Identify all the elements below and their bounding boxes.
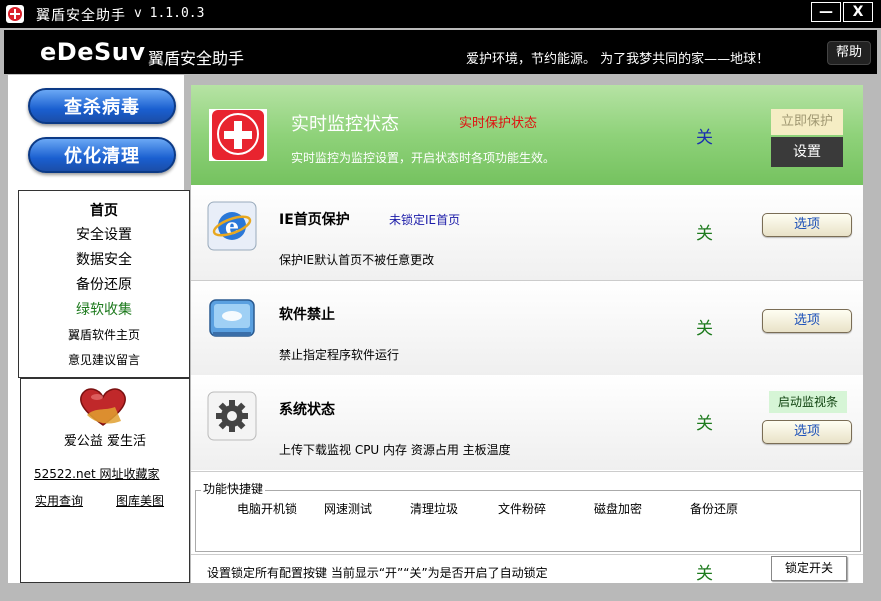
system-status-state: 关 [696, 414, 713, 434]
software-block-title: 软件禁止 [279, 307, 335, 323]
minimize-button[interactable]: — [811, 2, 841, 22]
brand-logo: eDeSuv [40, 38, 146, 66]
promo-link-bookmarks[interactable]: 52522.net 网址收藏家 [34, 465, 160, 482]
nav-item-security-settings[interactable]: 安全设置 [19, 224, 189, 244]
window-version: v 1.1.0.3 [134, 6, 205, 21]
gear-icon [207, 391, 257, 441]
main-panel: 实时监控状态 实时保护状态 实时监控为监控设置，开启状态时各项功能生效。 关 立… [191, 85, 863, 584]
system-status-title: 系统状态 [279, 402, 335, 418]
ie-homepage-row: e IE首页保护 未锁定IE首页 保护IE默认首页不被任意更改 关 选项 [191, 185, 863, 280]
quick-speed-test[interactable]: 网速测试 [324, 500, 372, 517]
software-block-row: 软件禁止 禁止指定程序软件运行 关 选项 [191, 281, 863, 375]
ie-lock-status: 未锁定IE首页 [389, 213, 461, 227]
sidebar-nav: 首页 安全设置 数据安全 备份还原 绿软收集 翼盾软件主页 意见建议留言 [18, 190, 190, 378]
app-shield-icon [6, 5, 24, 23]
system-status-desc: 上传下载监视 CPU 内存 资源占用 主板温度 [279, 443, 511, 457]
nav-item-green-software[interactable]: 绿软收集 [19, 299, 189, 319]
nav-item-home[interactable]: 首页 [19, 200, 189, 220]
window-title: 翼盾安全助手 [36, 8, 126, 24]
monitor-settings-button[interactable]: 设置 [771, 137, 843, 167]
quick-backup-restore[interactable]: 备份还原 [690, 500, 738, 517]
system-status-options-button[interactable]: 选项 [762, 420, 852, 444]
quick-actions-label: 功能快捷键 [201, 480, 266, 497]
close-button[interactable]: X [843, 2, 873, 22]
system-status-row: 系统状态 上传下载监视 CPU 内存 资源占用 主板温度 关 启动监视条 选项 [191, 375, 863, 470]
ie-state: 关 [696, 224, 713, 244]
app-header: eDeSuv 翼盾安全助手 爱护环境，节约能源。 为了我梦共同的家——地球！ 帮… [4, 30, 877, 74]
promo-slogan: 爱公益 爱生活 [63, 434, 147, 449]
quick-file-shred[interactable]: 文件粉碎 [498, 500, 546, 517]
red-cross-shield-icon [209, 109, 267, 161]
brand-name: 翼盾安全助手 [148, 49, 245, 68]
monitor-status-label: 实时保护状态 [459, 116, 538, 131]
software-block-desc: 禁止指定程序软件运行 [279, 348, 400, 362]
realtime-monitor-row: 实时监控状态 实时保护状态 实时监控为监控设置，开启状态时各项功能生效。 关 立… [191, 85, 863, 185]
lock-bar-text: 设置锁定所有配置按键 当前显示“开”“关”为是否开启了自动锁定 [207, 566, 548, 580]
software-block-state: 关 [696, 319, 713, 339]
quick-actions: 功能快捷键 电脑开机锁 网速测试 清理垃圾 文件粉碎 磁盘加密 备份还原 [191, 471, 863, 553]
quick-clean-junk[interactable]: 清理垃圾 [410, 500, 458, 517]
lock-bar: 设置锁定所有配置按键 当前显示“开”“关”为是否开启了自动锁定 关 锁定开关 [191, 554, 863, 584]
help-button[interactable]: 帮助 [827, 41, 871, 65]
nav-item-homepage[interactable]: 翼盾软件主页 [19, 326, 189, 343]
optimize-clean-button[interactable]: 优化清理 [28, 137, 176, 173]
sidebar: 查杀病毒 优化清理 首页 安全设置 数据安全 备份还原 绿软收集 翼盾软件主页 … [8, 75, 190, 583]
ie-browser-icon: e [207, 201, 257, 251]
start-monitor-bar-button[interactable]: 启动监视条 [769, 391, 847, 413]
lock-toggle-button[interactable]: 锁定开关 [771, 556, 847, 581]
monitor-state: 关 [696, 128, 713, 148]
protect-now-button[interactable]: 立即保护 [771, 109, 843, 135]
title-bar: 翼盾安全助手 v 1.1.0.3 — X [0, 0, 881, 28]
charity-heart-icon [80, 388, 126, 426]
monitor-desc: 实时监控为监控设置，开启状态时各项功能生效。 [291, 151, 556, 165]
nav-item-feedback[interactable]: 意见建议留言 [19, 351, 189, 368]
monitor-title: 实时监控状态 [291, 114, 399, 135]
ie-options-button[interactable]: 选项 [762, 213, 852, 237]
promo-link-gallery[interactable]: 图库美图 [116, 492, 164, 509]
nav-item-backup-restore[interactable]: 备份还原 [19, 274, 189, 294]
quick-disk-encrypt[interactable]: 磁盘加密 [594, 500, 642, 517]
promo-link-query[interactable]: 实用查询 [35, 492, 83, 509]
header-slogan: 爱护环境，节约能源。 为了我梦共同的家——地球！ [466, 52, 770, 67]
nav-item-data-security[interactable]: 数据安全 [19, 249, 189, 269]
software-block-options-button[interactable]: 选项 [762, 309, 852, 333]
ie-title: IE首页保护 [279, 212, 350, 228]
ie-desc: 保护IE默认首页不被任意更改 [279, 253, 435, 267]
lock-state: 关 [696, 564, 713, 584]
software-block-icon [209, 299, 255, 337]
scan-virus-button[interactable]: 查杀病毒 [28, 88, 176, 124]
quick-boot-lock[interactable]: 电脑开机锁 [237, 500, 297, 517]
promo-panel: 爱公益 爱生活 52522.net 网址收藏家 实用查询 图库美图 [20, 378, 190, 583]
